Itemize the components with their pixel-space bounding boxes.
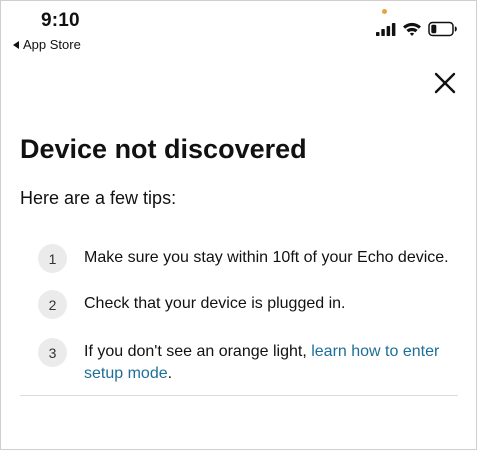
screen: 9:10 App Store Device not discovered Her… (0, 0, 477, 450)
tip-item: 2 Check that your device is plugged in. (38, 290, 468, 319)
tip-item: 3 If you don't see an orange light, lear… (38, 338, 468, 385)
page-title: Device not discovered (20, 134, 307, 164)
tip-text: Check that your device is plugged in. (84, 295, 346, 312)
divider (20, 395, 458, 396)
back-to-app-store-button[interactable]: App Store (13, 37, 81, 52)
tip-number-badge: 1 (38, 244, 67, 273)
tip-text: If you don't see an orange light, learn … (84, 338, 464, 385)
orange-privacy-dot (382, 9, 387, 14)
tips-intro: Here are a few tips: (20, 188, 177, 208)
back-arrow-icon (13, 40, 19, 49)
tip-text-after-link: . (167, 365, 173, 382)
cellular-signal-icon (376, 23, 396, 36)
tip-number-badge: 3 (38, 338, 67, 367)
tip-text: Make sure you stay within 10ft of your E… (84, 249, 449, 266)
tip-number-badge: 2 (38, 290, 67, 319)
wifi-icon (403, 22, 421, 36)
tip-text-before-link: If you don't see an orange light, (84, 343, 312, 360)
battery-icon (428, 21, 457, 37)
status-time: 9:10 (41, 10, 80, 31)
back-label: App Store (23, 37, 81, 52)
tip-item: 1 Make sure you stay within 10ft of your… (38, 244, 468, 273)
close-icon[interactable] (432, 70, 458, 96)
